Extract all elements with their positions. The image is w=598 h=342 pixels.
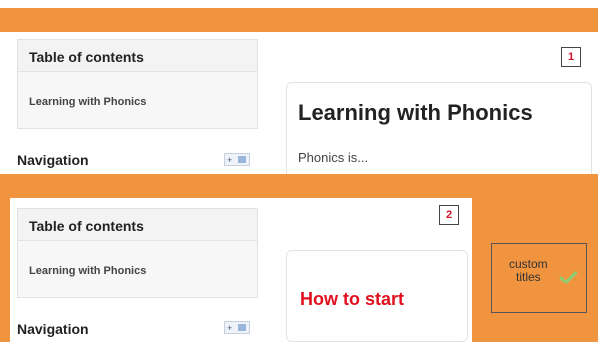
dock-icon-box (238, 156, 246, 163)
toc-block-2: Table of contents Learning with Phonics (17, 208, 258, 298)
navigation-title-2: Navigation (17, 321, 89, 337)
toc-block-1: Table of contents Learning with Phonics (17, 39, 258, 129)
page-text-1: Phonics is... (298, 150, 369, 165)
step-badge-2: 2 (439, 205, 459, 225)
page-heading-1: Learning with Phonics (298, 100, 533, 125)
top-orange-bar (0, 8, 598, 32)
toc-item-1[interactable]: Learning with Phonics (29, 96, 146, 108)
dock-icon[interactable]: + (224, 153, 250, 166)
toc-title-1: Table of contents (18, 40, 257, 72)
dock-icon[interactable]: + (224, 321, 250, 334)
dock-icon-box (238, 324, 246, 331)
custom-titles-text: custom titles (509, 258, 548, 284)
check-icon (558, 270, 578, 286)
navigation-title-1: Navigation (17, 152, 89, 168)
step-badge-1: 1 (561, 47, 581, 67)
content-card-1 (286, 82, 592, 182)
custom-titles-line-2: titles (516, 270, 541, 284)
page-heading-2: How to start (300, 289, 405, 309)
custom-titles-callout: custom titles (491, 243, 587, 313)
toc-title-2: Table of contents (18, 209, 257, 241)
toc-item-2[interactable]: Learning with Phonics (29, 265, 146, 277)
dock-icon-arrow: + (227, 155, 233, 165)
dock-icon-arrow: + (227, 323, 233, 333)
custom-titles-line-1: custom (509, 257, 548, 271)
